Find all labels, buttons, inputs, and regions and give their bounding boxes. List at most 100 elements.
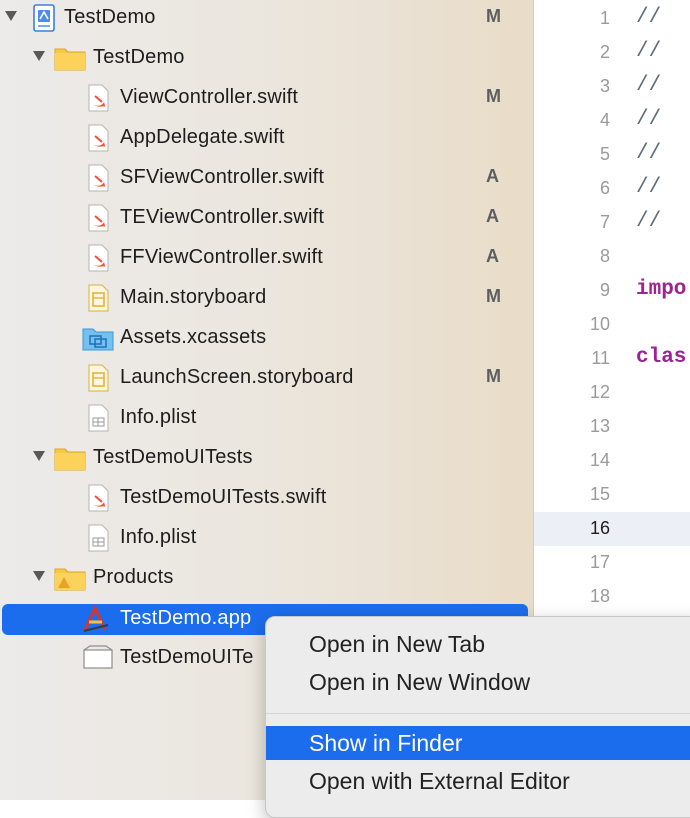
nav-row-label: TestDemo (64, 6, 156, 28)
nav-row-group[interactable]: TestDemoUITests (0, 440, 533, 476)
source-control-badge: M (486, 286, 501, 306)
nav-row-label: TestDemoUITests (93, 446, 253, 468)
swift-file-icon (88, 484, 109, 512)
nav-row-file[interactable]: AppDelegate.swift (0, 120, 533, 156)
current-code-line[interactable]: 16 (534, 512, 690, 546)
nav-row-label: Assets.xcassets (120, 326, 267, 348)
code-line[interactable]: 5 // (534, 138, 690, 172)
line-number: 10 (589, 314, 610, 334)
line-number: 14 (589, 450, 610, 470)
code-line[interactable]: 14 (534, 444, 690, 478)
storyboard-file-icon (88, 364, 109, 392)
line-number: 4 (599, 110, 610, 130)
nav-row-file[interactable]: Info.plist (0, 400, 533, 436)
folder-icon (54, 448, 86, 471)
nav-row-label: ViewController.swift (120, 86, 299, 108)
code-line[interactable]: 11 clas (534, 342, 690, 376)
code-line[interactable]: 10 (534, 308, 690, 342)
line-number: 7 (599, 212, 610, 232)
line-number: 18 (589, 586, 610, 606)
code-text: // (636, 74, 662, 97)
plist-file-icon (88, 524, 109, 552)
menu-item-label: Open in New Tab (309, 631, 486, 657)
line-number: 9 (599, 280, 610, 300)
code-line[interactable]: 4 // (534, 104, 690, 138)
code-line[interactable]: 7 // (534, 206, 690, 240)
disclosure-triangle-icon[interactable] (33, 571, 45, 581)
nav-row-file[interactable]: ViewController.swift M (0, 80, 533, 116)
nav-row-group[interactable]: TestDemo (0, 40, 533, 76)
nav-row-label: Main.storyboard (120, 286, 267, 308)
line-number: 8 (599, 246, 610, 266)
nav-row-label: Info.plist (120, 406, 197, 428)
nav-row-label: TestDemo.app (120, 607, 252, 629)
code-line[interactable]: 18 (534, 580, 690, 614)
menu-item-open-in-new-window[interactable]: Open in New Window (266, 665, 690, 699)
xcode-project-icon (33, 4, 55, 32)
swift-file-icon (88, 204, 109, 232)
code-line[interactable]: 3 // (534, 70, 690, 104)
line-number: 6 (599, 178, 610, 198)
code-line[interactable]: 8 (534, 240, 690, 274)
line-number: 16 (589, 518, 610, 538)
code-line[interactable]: 15 (534, 478, 690, 512)
nav-row-group[interactable]: Products (0, 560, 533, 596)
nav-row-label: AppDelegate.swift (120, 126, 285, 148)
nav-row-project[interactable]: TestDemo M (0, 0, 533, 36)
line-number: 12 (589, 382, 610, 402)
source-control-badge: M (486, 366, 501, 386)
source-control-badge: M (486, 6, 501, 26)
code-line[interactable]: 12 (534, 376, 690, 410)
nav-row-file[interactable]: Info.plist (0, 520, 533, 556)
line-number: 13 (589, 416, 610, 436)
nav-row-label: TestDemo (93, 46, 185, 68)
code-text: // (636, 6, 662, 29)
nav-row-label: SFViewController.swift (120, 166, 325, 188)
source-control-badge: A (486, 166, 499, 186)
code-line[interactable]: 2 // (534, 36, 690, 70)
line-number: 1 (599, 8, 610, 28)
nav-row-label: LaunchScreen.storyboard (120, 366, 354, 388)
disclosure-triangle-icon[interactable] (33, 51, 45, 61)
source-control-badge: A (486, 206, 499, 226)
context-menu: Open in New Tab Open in New Window Show … (265, 616, 690, 818)
line-number: 2 (599, 42, 610, 62)
nav-row-file[interactable]: FFViewController.swift A (0, 240, 533, 276)
nav-row-file[interactable]: LaunchScreen.storyboard M (0, 360, 533, 396)
code-text: impo (636, 278, 687, 301)
swift-file-icon (88, 124, 109, 152)
menu-item-show-in-finder[interactable]: Show in Finder (266, 726, 690, 760)
line-number: 17 (589, 552, 610, 572)
code-line[interactable]: 9 impo (534, 274, 690, 308)
disclosure-triangle-icon[interactable] (5, 11, 17, 21)
storyboard-file-icon (88, 284, 109, 312)
nav-row-file[interactable]: Assets.xcassets (0, 320, 533, 356)
bundle-icon (83, 645, 113, 669)
nav-row-file[interactable]: SFViewController.swift A (0, 160, 533, 196)
folder-icon (54, 568, 86, 591)
folder-icon (54, 48, 86, 71)
code-text: // (636, 210, 662, 233)
nav-row-label: TEViewController.swift (120, 206, 325, 228)
line-number: 5 (599, 144, 610, 164)
menu-separator (266, 713, 690, 714)
menu-item-label: Show in Finder (309, 730, 463, 756)
code-line[interactable]: 17 (534, 546, 690, 580)
swift-file-icon (88, 164, 109, 192)
source-control-badge: A (486, 246, 499, 266)
code-text: // (636, 142, 662, 165)
nav-row-label: TestDemoUITests.swift (120, 486, 327, 508)
menu-item-open-with-external-editor[interactable]: Open with External Editor (266, 764, 690, 798)
disclosure-triangle-icon[interactable] (33, 451, 45, 461)
line-number: 11 (591, 348, 610, 368)
menu-item-open-in-new-tab[interactable]: Open in New Tab (266, 627, 690, 661)
nav-row-label: Products (93, 566, 174, 588)
code-line[interactable]: 13 (534, 410, 690, 444)
nav-row-file[interactable]: Main.storyboard M (0, 280, 533, 316)
plist-file-icon (88, 404, 109, 432)
nav-row-file[interactable]: TestDemoUITests.swift (0, 480, 533, 516)
nav-row-file[interactable]: TEViewController.swift A (0, 200, 533, 236)
code-line[interactable]: 1 // (534, 2, 690, 36)
code-line[interactable]: 6 // (534, 172, 690, 206)
app-icon (83, 605, 109, 632)
